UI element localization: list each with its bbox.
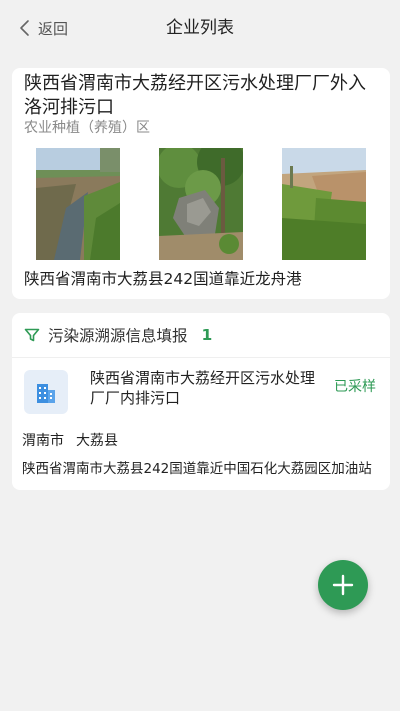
enterprise-region: 渭南市 大荔县 [22, 430, 118, 450]
header-bar: 返回 企业列表 [0, 0, 400, 56]
photo-gallery [36, 148, 366, 260]
site-photo-1[interactable] [36, 148, 120, 260]
outlet-card[interactable]: 陕西省渭南市大荔经开区污水处理厂厂外入洛河排污口 农业种植（养殖）区 陕西省渭南… [12, 68, 390, 299]
page-title: 企业列表 [166, 18, 234, 38]
enterprise-county: 大荔县 [76, 433, 118, 449]
enterprise-name: 陕西省渭南市大荔经开区污水处理厂厂内排污口 [90, 369, 316, 407]
trace-section-header: 污染源溯源信息填报 1 [12, 313, 390, 357]
trace-filter[interactable]: 污染源溯源信息填报 1 [24, 325, 212, 345]
filter-icon [24, 328, 40, 342]
outlet-category: 农业种植（养殖）区 [24, 120, 150, 136]
add-button[interactable] [318, 560, 368, 610]
trace-count: 1 [201, 326, 213, 344]
trace-section-label: 污染源溯源信息填报 [48, 327, 188, 345]
enterprise-address: 陕西省渭南市大荔县242国道靠近中国石化大荔园区加油站 [22, 461, 372, 477]
outlet-title: 陕西省渭南市大荔经开区污水处理厂厂外入洛河排污口 [24, 73, 366, 118]
plus-icon [332, 574, 354, 596]
enterprise-city: 渭南市 [22, 433, 64, 449]
outlet-address: 陕西省渭南市大荔县242国道靠近龙舟港 [24, 270, 302, 288]
site-photo-3[interactable] [282, 148, 366, 260]
building-icon [24, 370, 68, 414]
site-photo-2[interactable] [159, 148, 243, 260]
status-badge: 已采样 [334, 379, 376, 395]
enterprise-list-item[interactable]: 陕西省渭南市大荔经开区污水处理厂厂内排污口 已采样 渭南市 大荔县 陕西省渭南市… [12, 357, 390, 490]
